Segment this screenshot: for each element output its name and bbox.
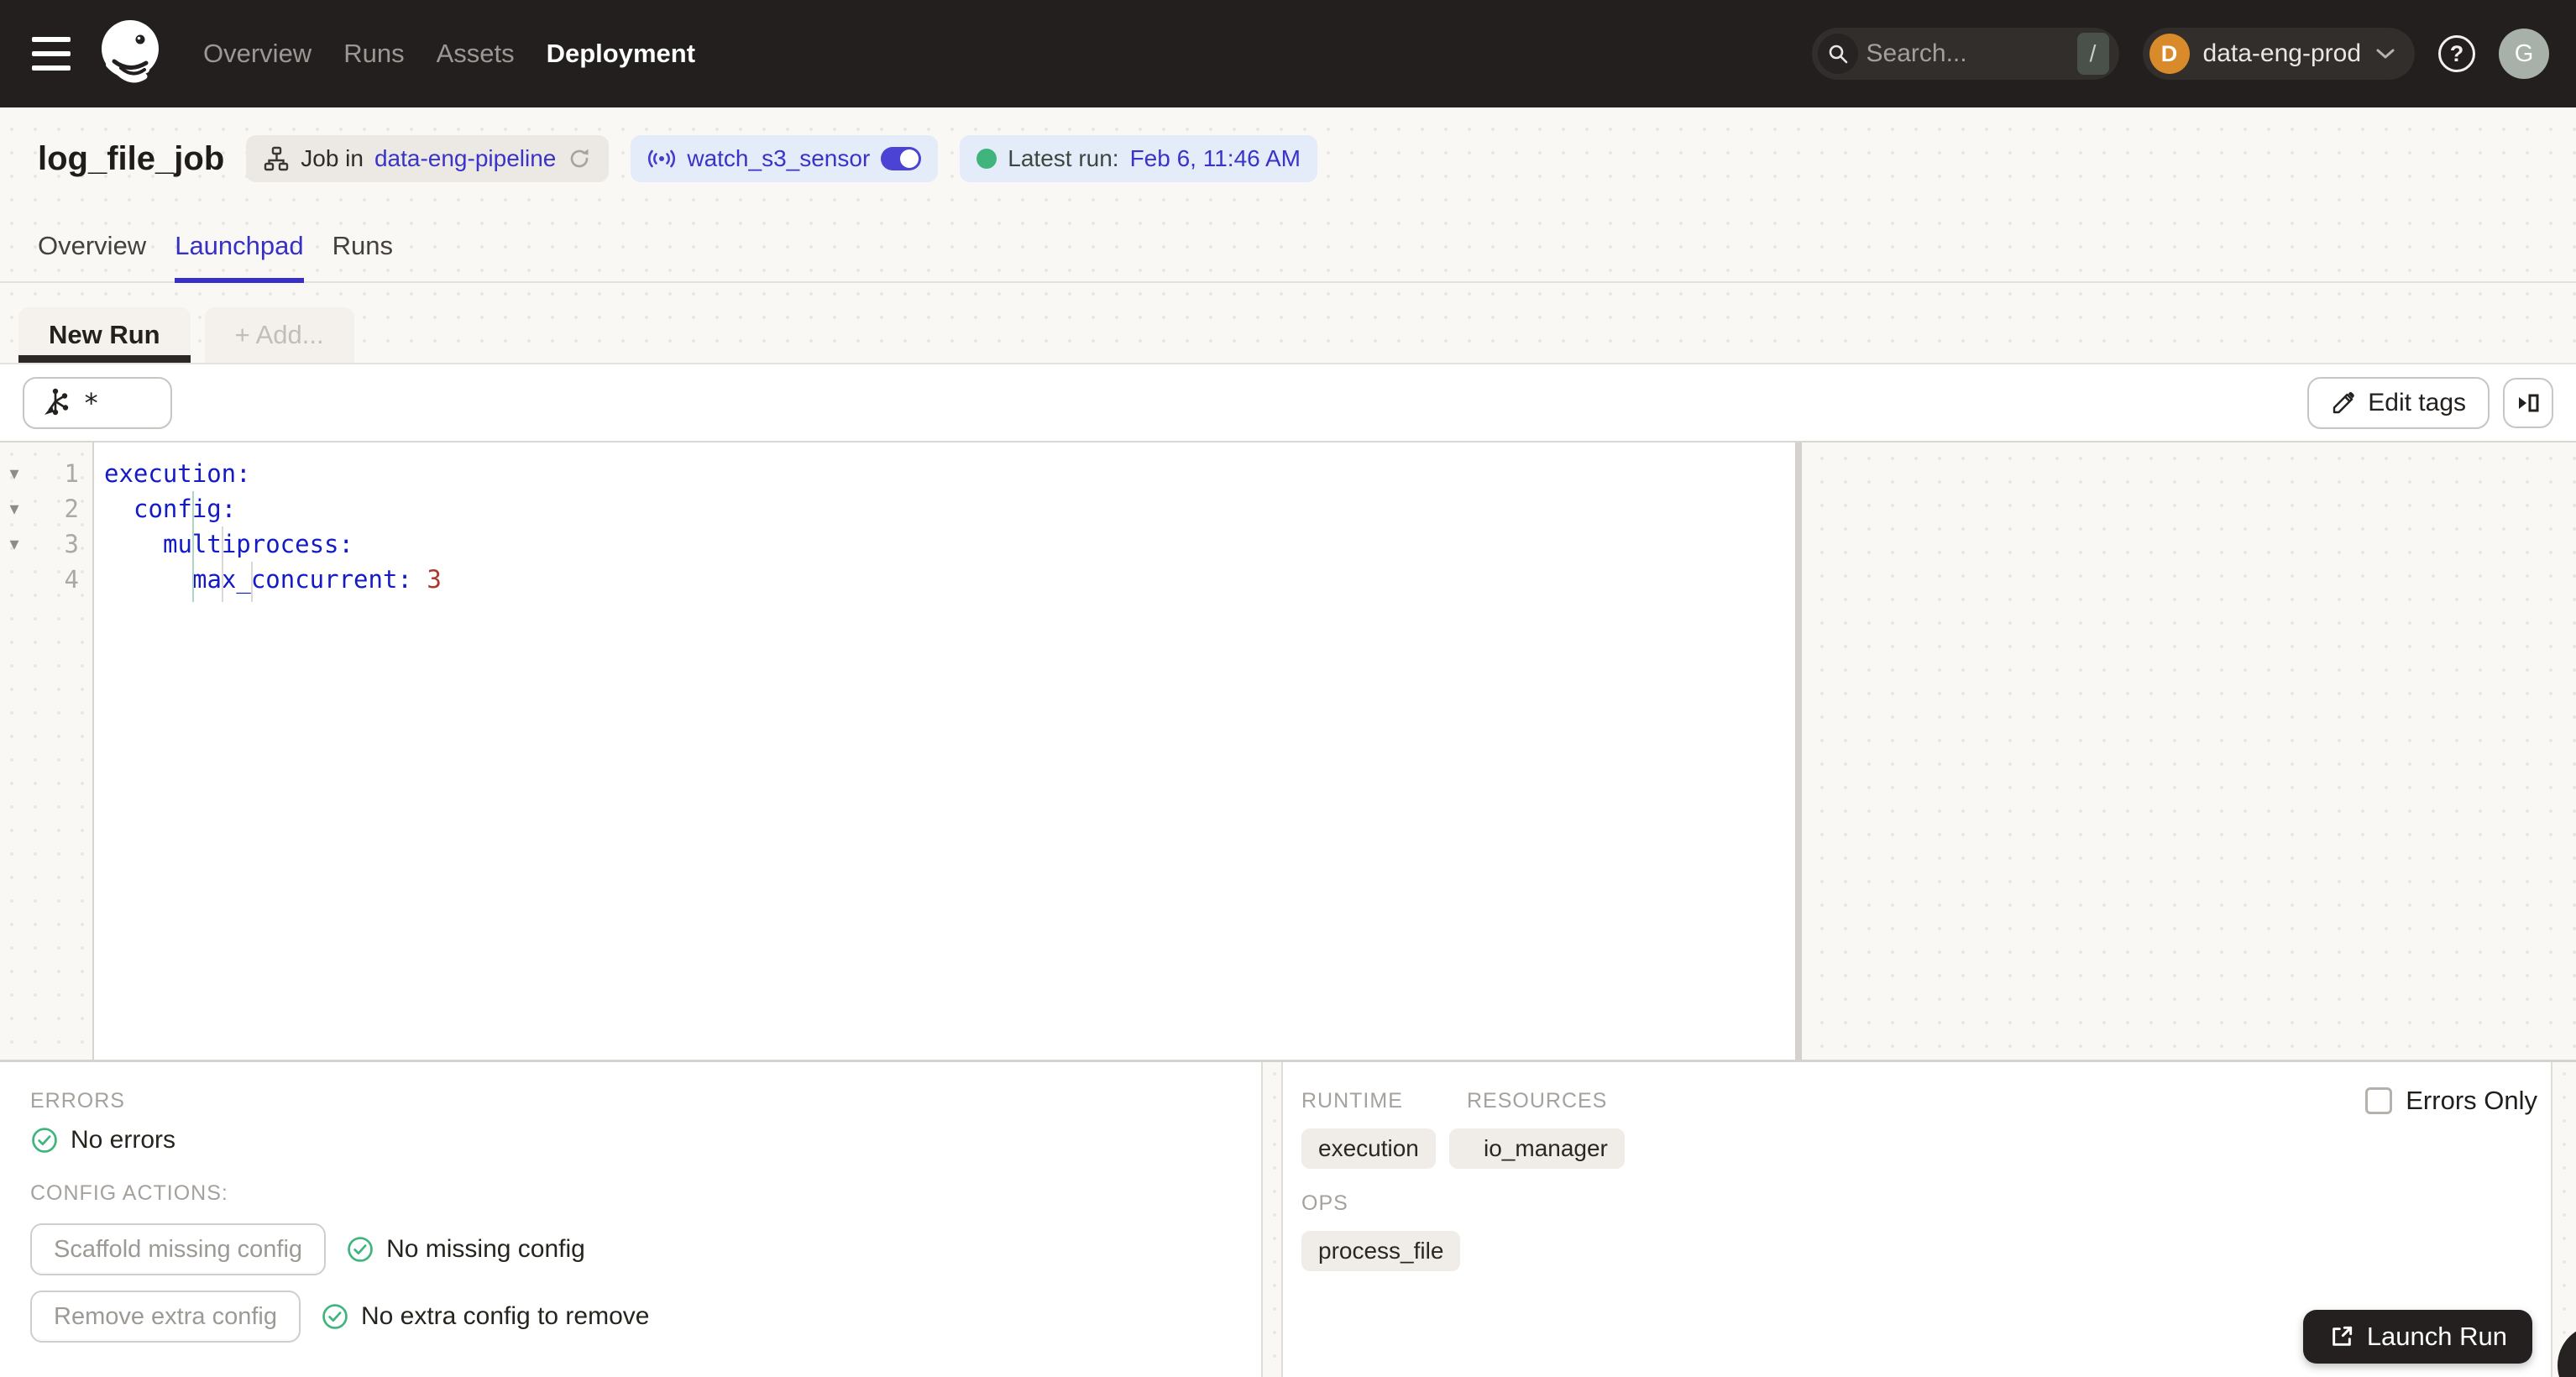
- org-switcher[interactable]: D data-eng-prod: [2142, 28, 2415, 80]
- launch-icon: [2333, 1326, 2352, 1346]
- latest-run-pill: Latest run: Feb 6, 11:46 AM: [960, 135, 1317, 182]
- config-actions-label: CONFIG ACTIONS:: [30, 1181, 228, 1205]
- job-in-label: Job in: [301, 145, 364, 171]
- page-title: log_file_job: [38, 139, 225, 177]
- editor-gutter: ▾ 1 ▾ 2 ▾ 3 4: [0, 442, 94, 1060]
- code-line[interactable]: max_concurrent: 3: [94, 562, 1795, 597]
- run-preview-panel: RUNTIME executionloggers RESOURCES io_ma…: [1283, 1062, 2551, 1377]
- no-extra-config-row: No extra config to remove: [321, 1302, 650, 1331]
- editor-splitter[interactable]: [1795, 442, 1802, 1060]
- runtime-tag[interactable]: execution: [1301, 1128, 1436, 1169]
- search-input[interactable]: [1857, 39, 2077, 68]
- tab-launchpad[interactable]: Launchpad: [175, 210, 305, 283]
- line-number: 3: [64, 530, 79, 558]
- job-header: log_file_job Job in data-eng-pipeline wa…: [0, 107, 2576, 210]
- fold-arrow-icon[interactable]: ▾: [0, 463, 29, 484]
- config-checks-panel: ERRORS No errors CONFIG ACTIONS: Scaffol…: [0, 1062, 1261, 1377]
- user-avatar[interactable]: G: [2499, 29, 2549, 79]
- launchpad-config-tabs: New Run + Add...: [0, 283, 2576, 364]
- indent-guide: [192, 491, 194, 602]
- reload-icon[interactable]: [567, 146, 592, 171]
- errors-only-label: Errors Only: [2406, 1086, 2537, 1115]
- resource-tag[interactable]: io_manager: [1467, 1128, 1625, 1169]
- code-line[interactable]: execution:: [94, 456, 1795, 491]
- sensor-link[interactable]: watch_s3_sensor: [687, 145, 870, 172]
- config-editor[interactable]: ▾ 1 ▾ 2 ▾ 3 4 execution: config: multiprocess: ma…: [0, 442, 1795, 1060]
- fold-arrow-icon[interactable]: ▾: [0, 533, 29, 555]
- check-circle-icon: [322, 1304, 348, 1329]
- search-shortcut-badge: /: [2076, 33, 2109, 75]
- errors-section-label: ERRORS: [30, 1089, 125, 1113]
- fold-arrow-icon[interactable]: ▾: [0, 498, 29, 520]
- op-graph-icon: [45, 388, 69, 415]
- latest-run-link[interactable]: Feb 6, 11:46 AM: [1130, 145, 1301, 172]
- indent-guide: [222, 526, 223, 602]
- launchpad-page: { "header": { "nav": ["Overview", "Runs"…: [0, 0, 2576, 1377]
- no-errors-text: No errors: [71, 1126, 176, 1154]
- nav-assets[interactable]: Assets: [437, 39, 515, 69]
- expand-right-panel-icon: [2519, 394, 2539, 411]
- primary-navigation: Overview Runs Assets Deployment: [203, 39, 695, 69]
- run-status-dot: [976, 149, 997, 169]
- chevron-down-icon: [2376, 49, 2395, 59]
- nav-overview[interactable]: Overview: [203, 39, 312, 69]
- ops-label: OPS: [1301, 1191, 1348, 1215]
- check-circle-icon: [348, 1237, 373, 1262]
- launch-run-button[interactable]: Launch Run: [2302, 1310, 2532, 1364]
- errors-only-checkbox[interactable]: [2365, 1087, 2393, 1114]
- scrollbar-track[interactable]: [2551, 1062, 2576, 1377]
- job-graph-icon: [264, 146, 289, 171]
- no-errors-row: No errors: [30, 1126, 175, 1154]
- sensor-icon: [648, 149, 676, 168]
- help-icon[interactable]: ?: [2438, 35, 2475, 72]
- edit-tags-button[interactable]: Edit tags: [2307, 376, 2490, 429]
- code-line[interactable]: config:: [94, 491, 1795, 526]
- no-missing-config-text: No missing config: [386, 1235, 585, 1263]
- launch-run-label: Launch Run: [2366, 1322, 2507, 1351]
- org-avatar: D: [2149, 34, 2190, 74]
- dagster-logo-icon[interactable]: [96, 18, 165, 90]
- search-icon: [1817, 34, 1858, 74]
- op-tag[interactable]: process_file: [1301, 1231, 1461, 1271]
- edit-tags-label: Edit tags: [2368, 388, 2466, 416]
- tab-runs[interactable]: Runs: [332, 210, 393, 281]
- line-number: 4: [64, 565, 79, 594]
- op-selector-input[interactable]: *: [23, 376, 172, 429]
- launchpad-toolbar: * Edit tags: [0, 364, 2576, 442]
- hamburger-menu-icon[interactable]: [32, 37, 71, 71]
- job-location-pill: Job in data-eng-pipeline: [246, 135, 610, 182]
- latest-run-label: Latest run:: [1008, 145, 1119, 171]
- top-app-bar: Overview Runs Assets Deployment / D data…: [0, 0, 2576, 107]
- config-tab-add[interactable]: + Add...: [204, 307, 354, 363]
- nav-runs[interactable]: Runs: [343, 39, 404, 69]
- editor-code-area[interactable]: execution: config: multiprocess: max_concur…: [94, 442, 1795, 1060]
- check-circle-icon: [32, 1128, 57, 1153]
- sensor-pill: watch_s3_sensor: [631, 135, 939, 182]
- org-name: data-eng-prod: [2202, 39, 2361, 67]
- expand-panel-button[interactable]: [2503, 377, 2553, 428]
- tab-overview[interactable]: Overview: [38, 210, 146, 281]
- pencil-icon: [2333, 391, 2355, 413]
- line-number: 1: [64, 459, 79, 488]
- global-search[interactable]: /: [1811, 28, 2119, 80]
- errors-only-control: Errors Only: [2365, 1086, 2537, 1116]
- config-tab-new-run[interactable]: New Run: [18, 307, 191, 363]
- op-selector-value: *: [83, 386, 100, 419]
- scaffold-missing-config-button[interactable]: Scaffold missing config: [30, 1223, 327, 1275]
- no-missing-config-row: No missing config: [346, 1235, 585, 1264]
- bottom-splitter[interactable]: [1261, 1062, 1283, 1377]
- config-schema-pane: [1802, 442, 2576, 1060]
- nav-deployment[interactable]: Deployment: [547, 39, 695, 69]
- line-number: 2: [64, 495, 79, 523]
- sensor-toggle[interactable]: [881, 147, 922, 170]
- no-extra-config-text: No extra config to remove: [360, 1302, 650, 1330]
- pipeline-link[interactable]: data-eng-pipeline: [374, 145, 556, 172]
- job-tabs: Overview Launchpad Runs: [0, 210, 2576, 283]
- code-line[interactable]: multiprocess:: [94, 526, 1795, 562]
- remove-extra-config-button[interactable]: Remove extra config: [30, 1291, 301, 1343]
- indent-guide: [251, 562, 253, 602]
- launchpad-main: ▾ 1 ▾ 2 ▾ 3 4 execution: config: multiprocess: ma…: [0, 442, 2576, 1060]
- bottom-panel: ERRORS No errors CONFIG ACTIONS: Scaffol…: [0, 1060, 2576, 1377]
- resources-label: RESOURCES: [1467, 1089, 1608, 1113]
